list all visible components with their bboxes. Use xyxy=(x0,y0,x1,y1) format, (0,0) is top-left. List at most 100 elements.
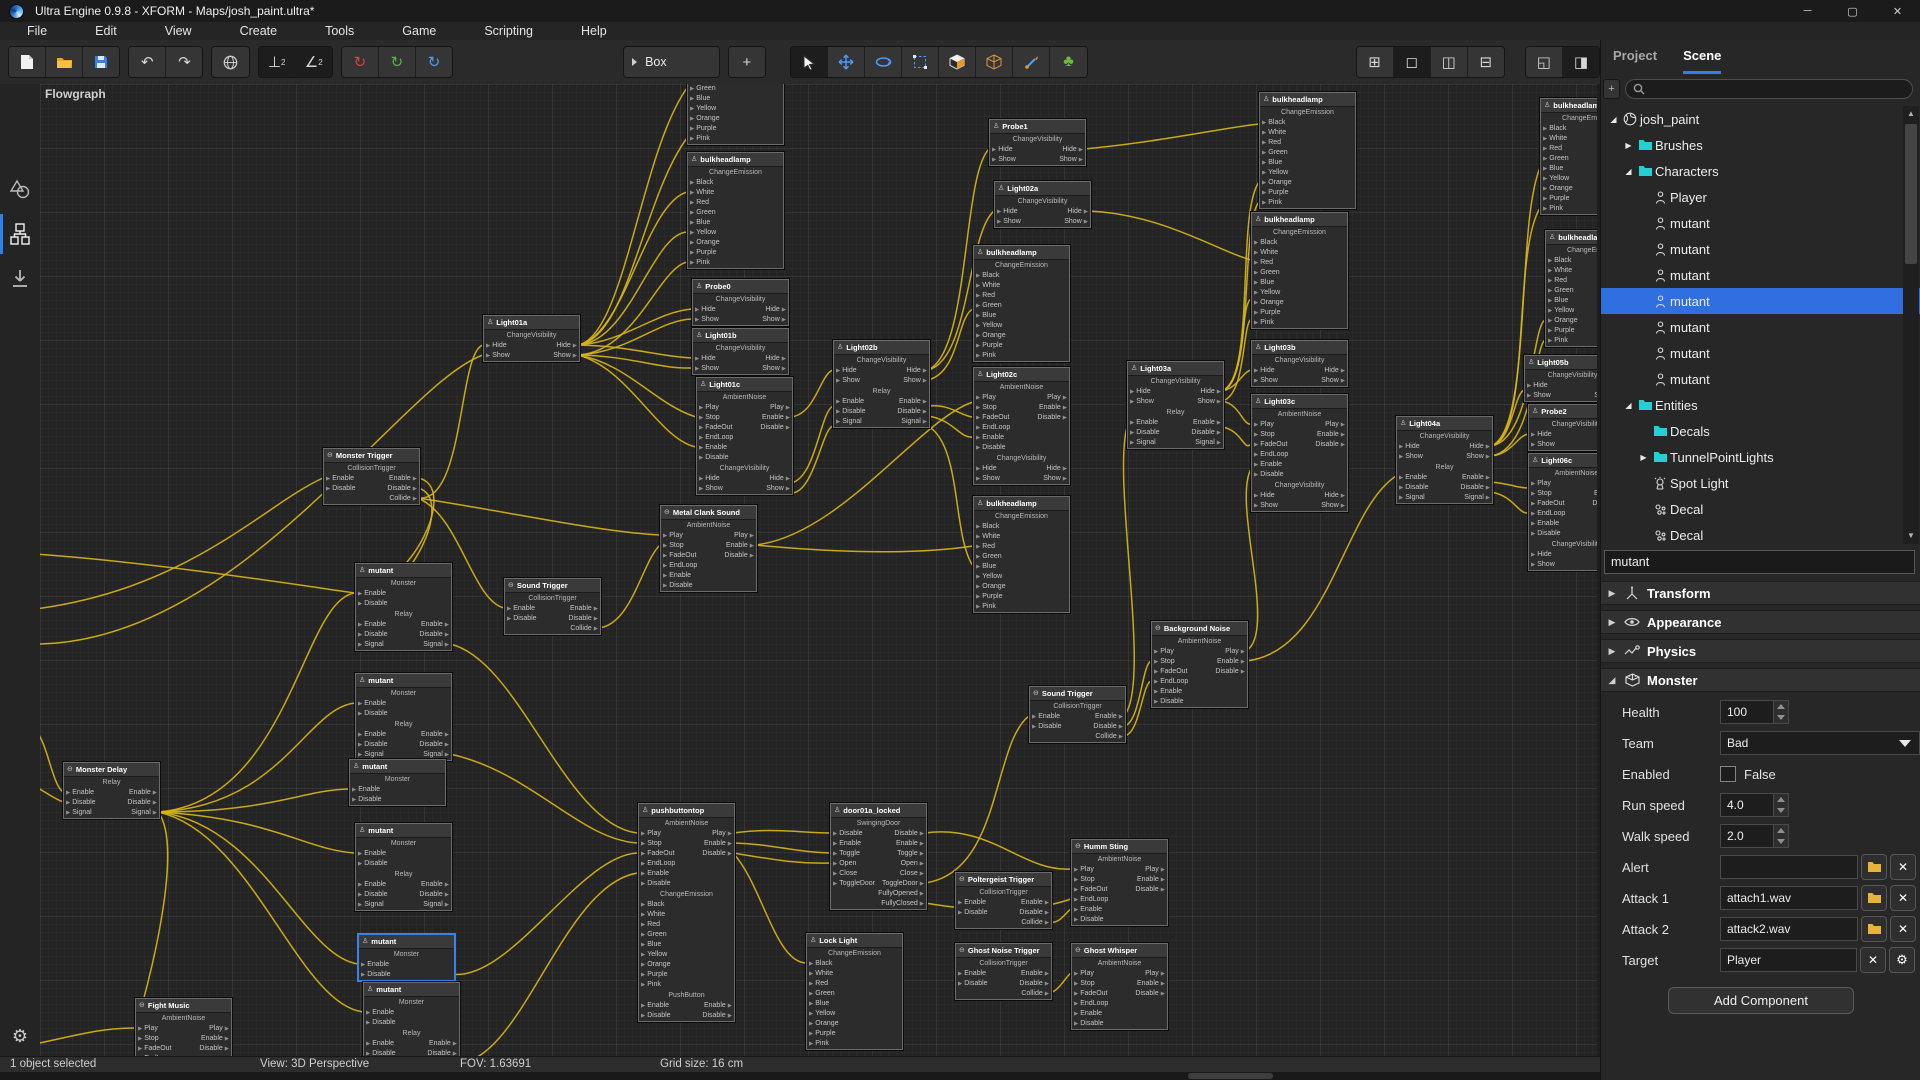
input-port[interactable]: ▶EndLoop xyxy=(1531,509,1565,519)
flow-node-lock-light[interactable]: ♙Lock LightChangeEmission▶Black▶White▶Re… xyxy=(806,933,903,1050)
input-port[interactable]: ▶Yellow xyxy=(976,572,1002,582)
output-port[interactable]: Enable▶ xyxy=(1137,979,1165,989)
tree-scrollbar[interactable]: ▲ ▼ xyxy=(1903,106,1919,544)
input-port[interactable]: ▶Black xyxy=(1548,256,1571,266)
input-port[interactable]: ▶Disable xyxy=(1074,915,1104,925)
paint-tool[interactable] xyxy=(1013,47,1050,77)
flow-node-sound-trigger[interactable]: ⊖Sound TriggerCollisionTrigger▶EnableEna… xyxy=(1029,686,1126,743)
input-port[interactable]: ▶Purple xyxy=(976,592,1002,602)
input-port[interactable]: ▶EndLoop xyxy=(641,859,675,869)
expand-icon[interactable]: ▶ xyxy=(1637,453,1650,462)
input-port[interactable]: ▶Purple xyxy=(641,970,667,980)
output-port[interactable]: Disable▶ xyxy=(1592,499,1597,509)
tree-item-decals[interactable]: Decals xyxy=(1601,418,1920,444)
input-port[interactable]: ▶Yellow xyxy=(1543,174,1569,184)
output-port[interactable]: Disable▶ xyxy=(724,551,754,561)
input-port[interactable]: ▶Blue xyxy=(690,94,710,104)
output-port[interactable]: Signal▶ xyxy=(901,417,927,427)
output-port[interactable]: Disable▶ xyxy=(1135,885,1165,895)
input-port[interactable]: ▶Red xyxy=(976,291,995,301)
output-port[interactable]: Collide▶ xyxy=(389,494,417,504)
output-port[interactable]: Enable▶ xyxy=(704,839,732,849)
input-port[interactable]: ▶Enable xyxy=(66,788,94,798)
input-port[interactable]: ▶Show xyxy=(1254,501,1278,511)
marquee-select-tool[interactable] xyxy=(902,47,939,77)
input-port[interactable]: ▶Yellow xyxy=(809,1009,835,1019)
input-port[interactable]: ▶White xyxy=(976,532,1000,542)
walk-speed-value[interactable]: 2.0 xyxy=(1721,825,1773,847)
input-port[interactable]: ▶Play xyxy=(1254,420,1274,430)
output-port[interactable]: Show▶ xyxy=(762,315,786,325)
attack2-file-field[interactable]: attack2.wav xyxy=(1720,917,1858,941)
input-port[interactable]: ▶Stop xyxy=(641,839,662,849)
input-port[interactable]: ▶Show xyxy=(1130,397,1154,407)
input-port[interactable]: ▶Stop xyxy=(976,403,997,413)
attack1-clear-button[interactable]: ✕ xyxy=(1890,885,1916,911)
output-port[interactable]: Disable▶ xyxy=(1019,979,1049,989)
input-port[interactable]: ▶Stop xyxy=(1074,875,1095,885)
redo-button[interactable]: ↷ xyxy=(166,47,202,77)
input-port[interactable]: ▶Disable xyxy=(358,740,388,750)
flow-node-poltergeist-trigger[interactable]: ⊖Poltergeist TriggerCollisionTrigger▶Ena… xyxy=(955,872,1052,929)
output-port[interactable]: Play▶ xyxy=(1145,969,1165,979)
input-port[interactable]: ▶Enable xyxy=(358,620,386,630)
input-port[interactable]: ▶Stop xyxy=(663,541,684,551)
flow-node-sound-trigger[interactable]: ⊖Sound TriggerCollisionTrigger▶EnableEna… xyxy=(504,578,601,635)
input-port[interactable]: ▶Hide xyxy=(1399,442,1420,452)
tree-scrollbar-thumb[interactable] xyxy=(1905,124,1917,264)
undo-button[interactable]: ↶ xyxy=(129,47,166,77)
input-port[interactable]: ▶Show xyxy=(1531,440,1555,450)
input-port[interactable]: ▶Enable xyxy=(326,474,354,484)
input-port[interactable]: ▶Blue xyxy=(976,562,996,572)
output-port[interactable]: Disable▶ xyxy=(427,1049,457,1056)
input-port[interactable]: ▶Hide xyxy=(997,207,1018,217)
input-port[interactable]: ▶Hide xyxy=(1130,387,1151,397)
input-port[interactable]: ▶Green xyxy=(809,989,835,999)
input-port[interactable]: ▶Show xyxy=(836,376,860,386)
output-port[interactable]: Play▶ xyxy=(209,1024,229,1034)
output-port[interactable]: Play▶ xyxy=(712,829,732,839)
target-clear-button[interactable]: ✕ xyxy=(1860,947,1886,973)
input-port[interactable]: ▶Disable xyxy=(958,979,988,989)
output-port[interactable]: Hide▶ xyxy=(769,474,790,484)
flow-node-light03b[interactable]: ♙Light03bChangeVisibility▶HideHide▶▶Show… xyxy=(1251,340,1348,387)
input-port[interactable]: ▶Pink xyxy=(809,1039,829,1049)
input-port[interactable]: ▶Red xyxy=(641,920,660,930)
input-port[interactable]: ▶Disable xyxy=(1254,470,1284,480)
input-port[interactable]: ▶Black xyxy=(641,900,664,910)
input-port[interactable]: ▶FadeOut xyxy=(663,551,696,561)
input-port[interactable]: ▶Play xyxy=(663,531,683,541)
output-port[interactable]: Enable▶ xyxy=(429,1039,457,1049)
input-port[interactable]: ▶Red xyxy=(976,542,995,552)
flow-node-door01a-locked[interactable]: ♙door01a_lockedSwingingDoor▶DisableDisab… xyxy=(830,803,927,910)
input-port[interactable]: ▶Pink xyxy=(1543,204,1563,214)
flow-node-mutant[interactable]: ♙mutantMonster▶Enable▶DisableRelay▶Enabl… xyxy=(355,563,452,651)
output-port[interactable]: Enable▶ xyxy=(1095,712,1123,722)
tree-item-mutant[interactable]: mutant xyxy=(1601,314,1920,340)
spin-up-icon[interactable] xyxy=(1774,794,1788,805)
input-port[interactable]: ▶Hide xyxy=(1527,381,1548,391)
input-port[interactable]: ▶EndLoop xyxy=(1074,999,1108,1009)
output-port[interactable]: Play▶ xyxy=(1047,393,1067,403)
output-port[interactable]: Hide▶ xyxy=(1324,491,1345,501)
entity-name-input[interactable] xyxy=(1604,550,1915,574)
input-port[interactable]: ▶Enable xyxy=(358,849,386,859)
scroll-up-icon[interactable]: ▲ xyxy=(1903,106,1919,122)
input-port[interactable]: ▶Signal xyxy=(1399,493,1425,503)
input-port[interactable]: ▶Blue xyxy=(1262,158,1282,168)
input-port[interactable]: ▶Show xyxy=(1527,391,1551,401)
spin-down-icon[interactable] xyxy=(1774,836,1788,847)
output-port[interactable]: Show▶ xyxy=(1059,155,1083,165)
input-port[interactable]: ▶Blue xyxy=(976,311,996,321)
output-port[interactable]: Signal▶ xyxy=(131,808,157,818)
horizontal-scrollbar[interactable] xyxy=(0,1072,1600,1080)
input-port[interactable]: ▶Orange xyxy=(976,331,1006,341)
input-port[interactable]: ▶Play xyxy=(1074,969,1094,979)
input-port[interactable]: ▶Stop xyxy=(1154,657,1175,667)
side-panel-toggle[interactable]: ◨ xyxy=(1563,47,1599,77)
input-port[interactable]: ▶Enable xyxy=(1154,687,1182,697)
input-port[interactable]: ▶Stop xyxy=(138,1034,159,1044)
output-port[interactable]: Disable▶ xyxy=(1215,667,1245,677)
output-port[interactable]: Show▶ xyxy=(766,484,790,494)
tree-item-josh-paint[interactable]: ◢josh_paint xyxy=(1601,106,1920,132)
